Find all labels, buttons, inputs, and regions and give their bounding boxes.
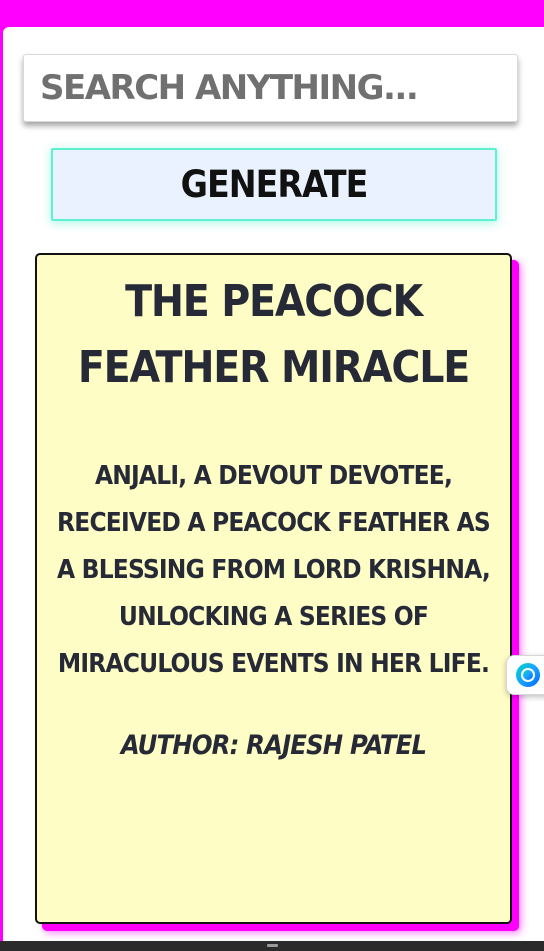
assistant-widget-button[interactable]: [506, 655, 544, 695]
assistant-orb-icon: [516, 663, 540, 687]
story-card: THE PEACOCK FEATHER MIRACLE ANJALI, A DE…: [35, 253, 512, 924]
generate-button[interactable]: GENERATE: [51, 148, 497, 221]
search-input[interactable]: [23, 54, 518, 122]
resize-handle[interactable]: [267, 944, 278, 947]
story-title: THE PEACOCK FEATHER MIRACLE: [77, 276, 471, 393]
story-summary: ANJALI, A DEVOUT DEVOTEE, RECEIVED A PEA…: [57, 461, 491, 679]
story-author: AUTHOR: RAJESH PATEL: [120, 730, 427, 761]
